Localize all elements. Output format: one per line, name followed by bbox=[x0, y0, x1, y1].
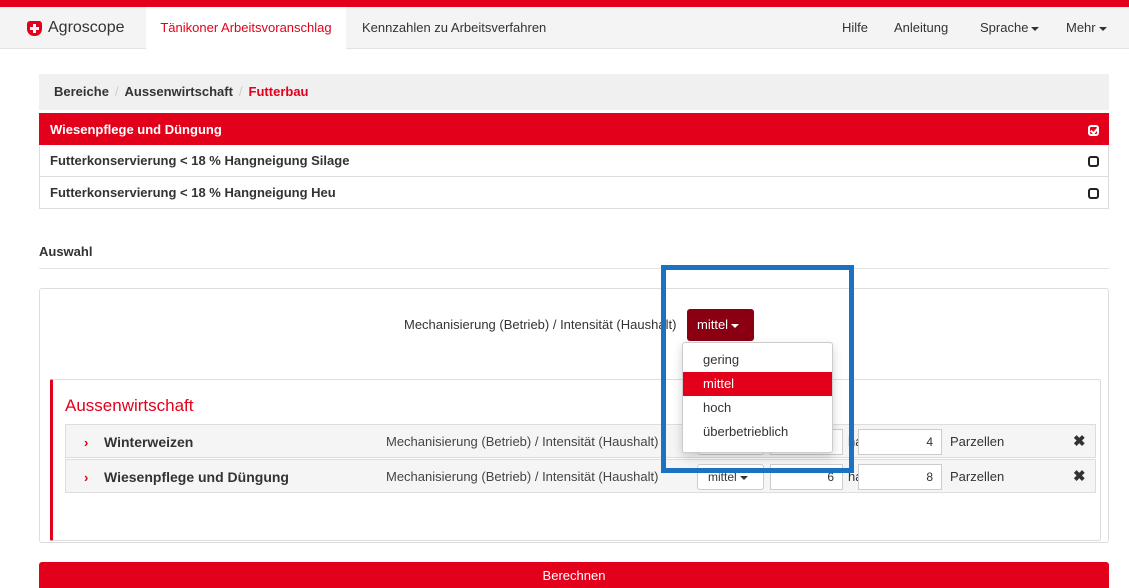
unchecked-checkbox-icon[interactable] bbox=[1088, 156, 1099, 167]
language-menu[interactable]: Sprache bbox=[980, 7, 1040, 49]
selection-heading: Auswahl bbox=[39, 244, 93, 259]
delete-icon[interactable]: ✖ bbox=[1073, 467, 1086, 485]
mechanization-dropdown-menu: gering mittel hoch überbetrieblich bbox=[682, 342, 833, 453]
brand-name: Agroscope bbox=[48, 19, 125, 36]
chevron-right-icon[interactable]: › bbox=[84, 470, 88, 485]
caret-down-icon bbox=[1031, 26, 1040, 31]
list-item[interactable]: Futterkonservierung < 18 % Hangneigung S… bbox=[39, 145, 1109, 177]
row-name[interactable]: Wiesenpflege und Düngung bbox=[104, 469, 289, 485]
row-select-value: mittel bbox=[708, 470, 737, 484]
dropdown-option-gering[interactable]: gering bbox=[683, 348, 832, 372]
group-title: Aussenwirtschaft bbox=[65, 396, 194, 415]
list-item-label: Wiesenpflege und Düngung bbox=[50, 122, 222, 137]
breadcrumb-item-futterbau: Futterbau bbox=[248, 84, 309, 99]
mechanization-row: Mechanisierung (Betrieb) / Intensität (H… bbox=[40, 309, 1108, 341]
brand[interactable]: Agroscope bbox=[27, 19, 125, 37]
breadcrumb-item-aussenwirtschaft[interactable]: Aussenwirtschaft bbox=[125, 84, 233, 99]
list-item-label: Futterkonservierung < 18 % Hangneigung H… bbox=[50, 185, 336, 200]
calculate-button[interactable]: Berechnen bbox=[39, 562, 1109, 588]
caret-down-icon bbox=[1098, 26, 1107, 31]
table-row: › Winterweizen Mechanisierung (Betrieb) … bbox=[65, 424, 1096, 458]
divider bbox=[39, 268, 1109, 269]
dropdown-option-hoch[interactable]: hoch bbox=[683, 396, 832, 420]
process-list: Wiesenpflege und Düngung Futterkonservie… bbox=[39, 113, 1109, 209]
row-mechanization-label: Mechanisierung (Betrieb) / Intensität (H… bbox=[386, 469, 659, 484]
top-accent-bar bbox=[0, 0, 1129, 7]
breadcrumb: Bereiche / Aussenwirtschaft / Futterbau bbox=[39, 74, 1109, 110]
unchecked-checkbox-icon[interactable] bbox=[1088, 188, 1099, 199]
breadcrumb-separator: / bbox=[114, 84, 119, 99]
caret-down-icon bbox=[731, 323, 740, 328]
list-item-label: Futterkonservierung < 18 % Hangneigung S… bbox=[50, 153, 350, 168]
area-input[interactable]: 6 bbox=[770, 464, 843, 490]
delete-icon[interactable]: ✖ bbox=[1073, 432, 1086, 450]
parcels-unit: Parzellen bbox=[950, 434, 1005, 449]
group-panel-aussenwirtschaft: Aussenwirtschaft › Winterweizen Mechanis… bbox=[50, 379, 1101, 541]
mechanization-dropdown-button[interactable]: mittel bbox=[687, 309, 754, 341]
list-item[interactable]: Futterkonservierung < 18 % Hangneigung H… bbox=[39, 177, 1109, 209]
tab-taenikoner-arbeitsvoranschlag[interactable]: Tänikoner Arbeitsvoranschlag bbox=[146, 7, 346, 49]
dropdown-option-mittel[interactable]: mittel bbox=[683, 372, 832, 396]
navbar: Agroscope Tänikoner Arbeitsvoranschlag K… bbox=[0, 7, 1129, 49]
mechanization-label: Mechanisierung (Betrieb) / Intensität (H… bbox=[404, 317, 677, 332]
caret-down-icon bbox=[739, 475, 748, 480]
mechanization-value: mittel bbox=[697, 317, 729, 332]
parcels-input[interactable]: 8 bbox=[858, 464, 942, 490]
more-menu[interactable]: Mehr bbox=[1066, 7, 1107, 49]
row-mechanization-label: Mechanisierung (Betrieb) / Intensität (H… bbox=[386, 434, 659, 449]
list-item[interactable]: Wiesenpflege und Düngung bbox=[39, 113, 1109, 145]
parcels-input[interactable]: 4 bbox=[858, 429, 942, 455]
swiss-shield-icon bbox=[27, 20, 42, 36]
table-row: › Wiesenpflege und Düngung Mechanisierun… bbox=[65, 459, 1096, 493]
dropdown-option-ueberbetrieblich[interactable]: überbetrieblich bbox=[683, 420, 832, 444]
parcels-unit: Parzellen bbox=[950, 469, 1005, 484]
row-mechanization-select[interactable]: mittel bbox=[697, 464, 764, 490]
tab-kennzahlen[interactable]: Kennzahlen zu Arbeitsverfahren bbox=[362, 7, 546, 49]
breadcrumb-item-bereiche[interactable]: Bereiche bbox=[54, 84, 109, 99]
breadcrumb-separator: / bbox=[238, 84, 243, 99]
chevron-right-icon[interactable]: › bbox=[84, 435, 88, 450]
selection-panel: Mechanisierung (Betrieb) / Intensität (H… bbox=[39, 288, 1109, 543]
guide-link[interactable]: Anleitung bbox=[894, 7, 948, 49]
more-label: Mehr bbox=[1066, 20, 1096, 35]
language-label: Sprache bbox=[980, 20, 1029, 35]
help-link[interactable]: Hilfe bbox=[842, 7, 868, 49]
row-name[interactable]: Winterweizen bbox=[104, 434, 193, 450]
checked-checkbox-icon[interactable] bbox=[1088, 125, 1099, 136]
